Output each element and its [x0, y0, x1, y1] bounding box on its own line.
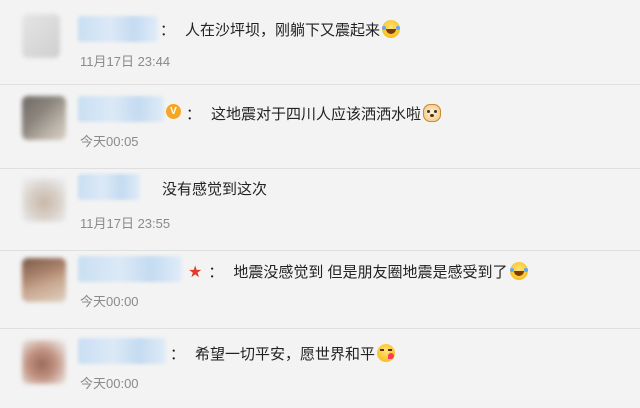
username[interactable]: [78, 96, 164, 122]
comment-colon: ：: [208, 264, 224, 281]
comment-timestamp: 今天00:05: [80, 134, 139, 149]
laughing-tears-emoji-icon: [382, 20, 401, 38]
comment-item: V ： 这地震对于四川人应该洒洒水啦 今天00:05: [0, 84, 640, 169]
comment-item: ★ ： 地震没感觉到 但是朋友圈地震是感受到了 今天00:00: [0, 250, 640, 329]
laughing-tears-emoji-icon: [509, 262, 528, 280]
comment-text-row: 没有感觉到这次: [162, 180, 267, 200]
comment-text: 这地震对于四川人应该洒洒水啦: [211, 106, 422, 123]
dog-face-emoji-icon: [423, 104, 442, 122]
comment-text: 没有感觉到这次: [162, 181, 268, 198]
comment-text-row: ： 人在沙坪坝，刚躺下又震起来: [160, 20, 401, 41]
comment-text-row: ★ ： 地震没感觉到 但是朋友圈地震是感受到了: [188, 262, 528, 283]
star-icon: ★: [188, 264, 203, 281]
comment-text: 希望一切平安，愿世界和平: [195, 346, 376, 363]
comment-text-row: ： 希望一切平安，愿世界和平: [170, 344, 396, 365]
avatar[interactable]: [22, 96, 66, 140]
comment-colon: ：: [170, 346, 186, 363]
comment-colon: ：: [186, 106, 202, 123]
avatar[interactable]: [22, 178, 66, 222]
kiss-heart-emoji-icon: [377, 344, 396, 362]
comment-timestamp: 今天00:00: [80, 294, 139, 309]
username[interactable]: [78, 256, 182, 282]
comment-item: ： 人在沙坪坝，刚躺下又震起来 11月17日 23:44: [0, 0, 640, 85]
avatar[interactable]: [22, 14, 60, 58]
comment-timestamp: 今天00:00: [80, 376, 139, 391]
avatar[interactable]: [22, 340, 66, 384]
username[interactable]: [78, 174, 140, 200]
comment-item: ： 希望一切平安，愿世界和平 今天00:00: [0, 328, 640, 408]
comment-text: 人在沙坪坝，刚躺下又震起来: [185, 22, 381, 39]
username[interactable]: [78, 16, 158, 42]
username[interactable]: [78, 338, 166, 364]
comment-colon: ：: [160, 22, 176, 39]
vip-badge-icon: V: [166, 104, 181, 119]
comment-text-row: ： 这地震对于四川人应该洒洒水啦: [186, 104, 442, 125]
comment-timestamp: 11月17日 23:55: [80, 216, 171, 231]
avatar[interactable]: [22, 258, 66, 302]
comment-timestamp: 11月17日 23:44: [80, 54, 171, 69]
comment-text: 地震没感觉到 但是朋友圈地震是感受到了: [233, 264, 508, 281]
comment-item: 没有感觉到这次 11月17日 23:55: [0, 168, 640, 251]
